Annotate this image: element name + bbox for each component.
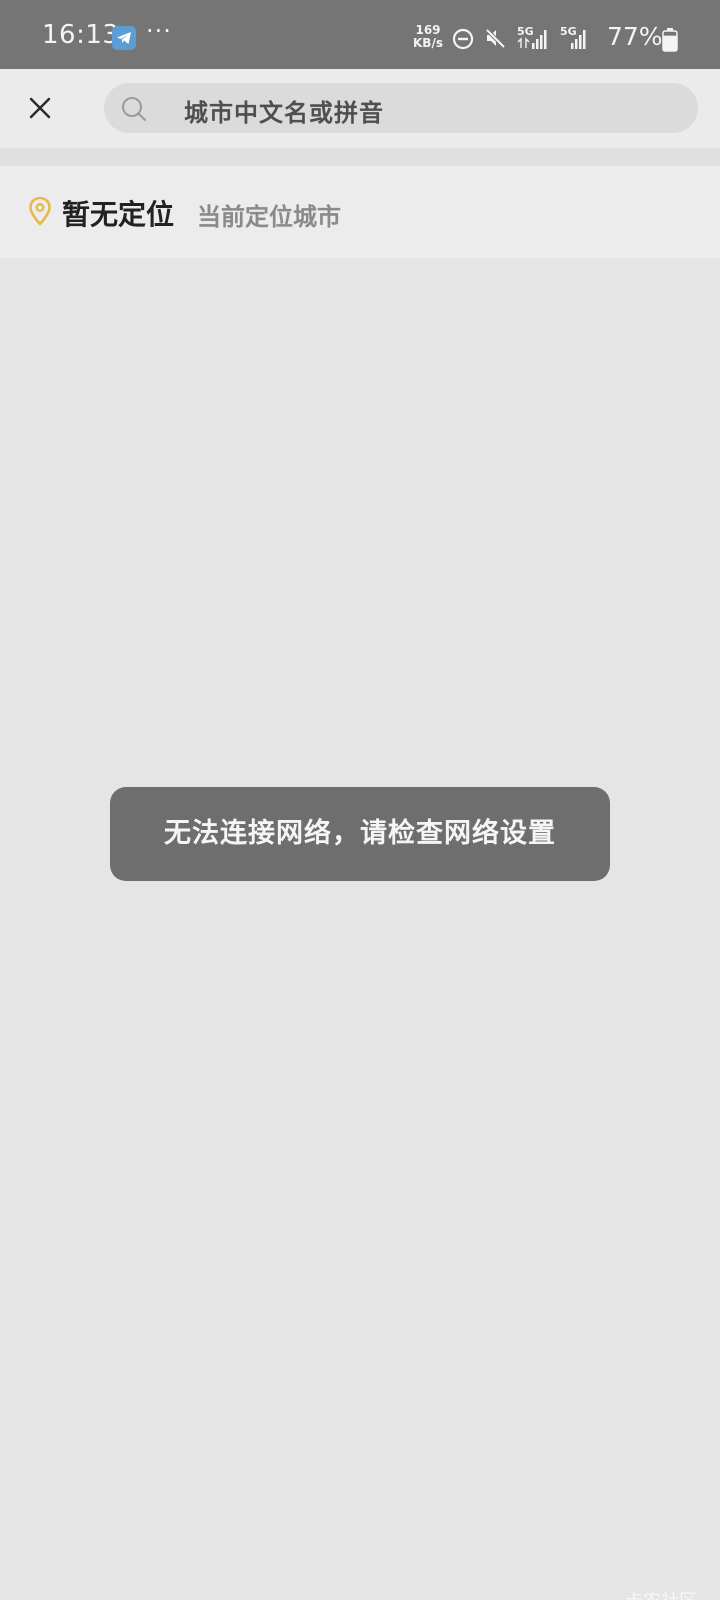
battery-icon [662,28,678,56]
current-location-hint: 当前定位城市 [197,203,341,231]
status-bar: 16:13 ··· 169 KB/s 5G 5G 77% [0,0,720,69]
search-icon [120,95,148,127]
city-search-input[interactable]: 城市中文名或拼音 [104,83,698,133]
close-icon [29,97,51,119]
signal-5g-sim1-icon: 5G [517,24,551,56]
current-location-row[interactable]: 暂无定位 当前定位城市 [0,166,720,258]
network-error-toast: 无法连接网络，请检查网络设置 [110,787,610,881]
location-pin-icon [28,196,52,230]
current-location-label: 暂无定位 [62,198,175,231]
battery-percent: 77% [607,22,663,51]
network-speed-unit: KB/s [413,36,443,50]
close-button[interactable] [22,90,58,126]
svg-text:5G: 5G [517,25,534,38]
more-notifications-icon: ··· [146,17,172,45]
do-not-disturb-icon [452,28,474,54]
search-placeholder: 城市中文名或拼音 [184,99,384,127]
status-time: 16:13 [42,20,120,50]
svg-text:5G: 5G [560,25,577,38]
telegram-icon [112,26,136,50]
search-header: 城市中文名或拼音 [0,69,720,148]
city-picker-screen: 16:13 ··· 169 KB/s 5G 5G 77% 城市中文名或拼音 暂无… [0,0,720,1600]
mute-icon [484,27,506,53]
network-speed: 169 KB/s [410,24,446,50]
signal-5g-sim2-icon: 5G [560,24,594,56]
watermark: 卡农社区 [625,1587,697,1600]
header-divider [0,148,720,166]
